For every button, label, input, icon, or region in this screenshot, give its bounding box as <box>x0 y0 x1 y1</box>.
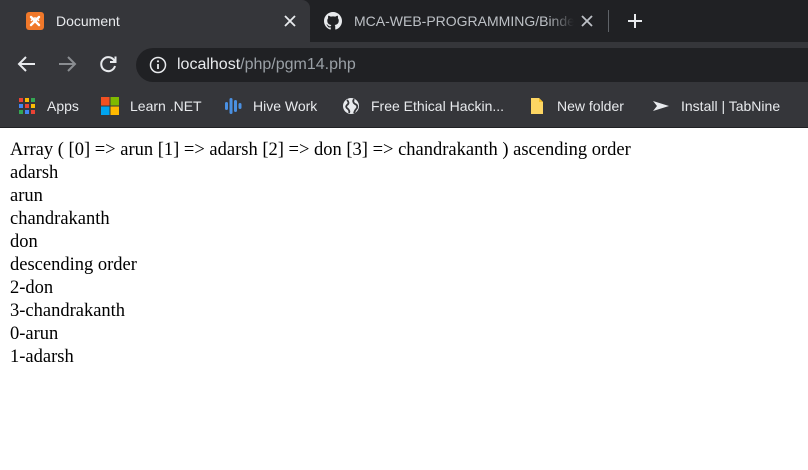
browser-toolbar: localhost/php/pgm14.php <box>0 42 808 86</box>
bookmark-apps[interactable]: Apps <box>18 86 79 126</box>
address-bar[interactable]: localhost/php/pgm14.php <box>136 48 808 82</box>
bookmark-label: Free Ethical Hackin... <box>371 98 505 114</box>
output-line: descending order <box>10 255 137 275</box>
bookmark-install-tabnine[interactable]: Install | TabNine <box>652 86 780 126</box>
info-icon[interactable] <box>149 56 167 74</box>
output-line: don <box>10 232 38 252</box>
xampp-icon <box>26 12 44 30</box>
tab-title: MCA-WEB-PROGRAMMING/Binder <box>354 13 574 29</box>
url-host: localhost <box>177 56 241 73</box>
bookmark-new-folder[interactable]: New folder <box>528 86 624 126</box>
back-arrow-icon[interactable] <box>15 52 39 76</box>
output-line: 0-arun <box>10 324 59 344</box>
bookmark-label: Learn .NET <box>130 98 202 114</box>
output-line: chandrakanth <box>10 209 110 229</box>
tab-document[interactable]: Document <box>0 0 310 42</box>
bookmark-label: Apps <box>47 98 79 114</box>
bookmark-label: New folder <box>557 98 624 114</box>
tab-separator <box>608 10 609 32</box>
tab-github[interactable]: MCA-WEB-PROGRAMMING/Binder <box>310 0 608 42</box>
tabnine-arrow-icon <box>652 97 670 115</box>
url-path: /php/pgm14.php <box>240 56 356 73</box>
apps-grid-icon <box>18 97 36 115</box>
close-tab-icon[interactable] <box>578 12 596 30</box>
bookmark-learn-dotnet[interactable]: Learn .NET <box>101 86 202 126</box>
bookmark-free-ethical-hacking[interactable]: Free Ethical Hackin... <box>342 86 504 126</box>
new-tab-icon[interactable] <box>624 10 646 32</box>
url-text: localhost/php/pgm14.php <box>177 56 356 74</box>
output-line: 3-chandrakanth <box>10 301 126 321</box>
github-icon <box>324 12 342 30</box>
bookmark-label: Install | TabNine <box>681 98 781 114</box>
output-line: 1-adarsh <box>10 347 74 367</box>
close-tab-icon[interactable] <box>281 12 299 30</box>
array-output-line: Array ( [0] => arun [1] => adarsh [2] =>… <box>10 140 631 160</box>
tab-title: Document <box>56 13 120 29</box>
bookmark-label: Hive Work <box>253 98 318 114</box>
output-line: 2-don <box>10 278 54 298</box>
globe-icon <box>342 97 360 115</box>
page-content: Array ( [0] => arun [1] => adarsh [2] =>… <box>10 139 631 369</box>
output-line: arun <box>10 186 43 206</box>
reload-icon[interactable] <box>96 52 120 76</box>
hive-bars-icon <box>224 97 242 115</box>
bookmarks-bar: Apps Learn .NET Hive Work Free Ethical H… <box>0 86 808 128</box>
bookmark-hive-work[interactable]: Hive Work <box>224 86 317 126</box>
microsoft-logo-icon <box>101 97 119 115</box>
forward-arrow-icon[interactable] <box>55 52 79 76</box>
folder-icon <box>528 97 546 115</box>
output-line: adarsh <box>10 163 59 183</box>
tab-strip: Document MCA-WEB-PROGRAMMING/Binder <box>0 0 808 42</box>
